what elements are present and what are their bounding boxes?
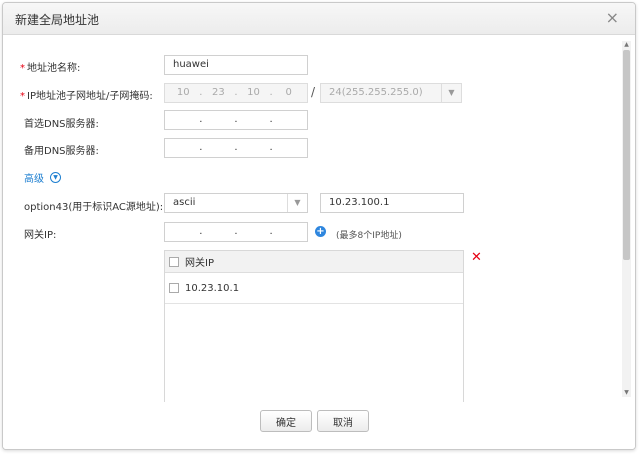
option43-type-select[interactable]: ascii ▼ bbox=[164, 193, 308, 213]
delete-icon[interactable]: ✕ bbox=[471, 251, 482, 264]
dns-secondary-label: 备用DNS服务器: bbox=[24, 146, 99, 157]
dns-primary-input[interactable]: . . . bbox=[164, 110, 308, 130]
dot: . bbox=[199, 87, 203, 98]
gateway-label: 网关IP: bbox=[24, 230, 57, 241]
gateway-ip-cell: 10.23.10.1 bbox=[185, 282, 240, 294]
select-all-checkbox[interactable] bbox=[169, 256, 179, 267]
required-mark: * bbox=[20, 63, 25, 74]
row-checkbox[interactable] bbox=[169, 283, 179, 293]
subnet-separator: / bbox=[311, 85, 316, 99]
scrollbar-thumb[interactable] bbox=[623, 50, 630, 260]
vertical-scrollbar[interactable]: ▲ ▼ bbox=[622, 41, 631, 397]
dot: . bbox=[199, 226, 203, 237]
dot: . bbox=[199, 114, 203, 125]
subnet-octet-4: 0 bbox=[285, 87, 292, 98]
pool-name-input[interactable]: huawei bbox=[164, 55, 308, 75]
dot: . bbox=[234, 142, 238, 153]
subnet-mask-value: 24(255.255.255.0) bbox=[329, 87, 423, 98]
chevron-down-circle-icon[interactable]: ▼ bbox=[50, 172, 61, 183]
gateway-input[interactable]: . . . bbox=[164, 222, 308, 242]
add-icon[interactable]: + bbox=[315, 226, 326, 237]
scroll-up-icon[interactable]: ▲ bbox=[622, 41, 631, 49]
subnet-label: * IP地址池子网地址/子网掩码: bbox=[20, 87, 153, 102]
scroll-down-icon[interactable]: ▼ bbox=[622, 389, 631, 397]
chevron-down-icon[interactable]: ▼ bbox=[287, 194, 307, 212]
dot: . bbox=[234, 114, 238, 125]
pool-name-label: * 地址池名称: bbox=[20, 59, 80, 74]
dialog-footer: 确定 取消 bbox=[3, 402, 635, 449]
chevron-down-icon: ▼ bbox=[441, 84, 461, 102]
dot: . bbox=[234, 87, 238, 98]
dialog-titlebar: 新建全局地址池 × bbox=[3, 3, 635, 35]
option43-value-input[interactable]: 10.23.100.1 bbox=[320, 193, 464, 213]
required-mark: * bbox=[20, 91, 25, 102]
subnet-octet-1: 10 bbox=[176, 87, 190, 98]
subnet-octet-2: 23 bbox=[212, 87, 225, 98]
option43-type-value: ascii bbox=[173, 197, 196, 208]
subnet-octet-3: 10 bbox=[247, 87, 260, 98]
table-row: 10.23.10.1 bbox=[165, 273, 463, 304]
gateway-table: 网关IP 10.23.10.1 bbox=[164, 250, 464, 402]
dot: . bbox=[234, 226, 238, 237]
subnet-mask-select: 24(255.255.255.0) ▼ bbox=[320, 83, 462, 103]
advanced-label: 高级 bbox=[24, 174, 44, 185]
dot: . bbox=[269, 226, 273, 237]
dialog-content: * 地址池名称: huawei * IP地址池子网地址/子网掩码: 10. 23. … bbox=[3, 36, 621, 402]
subnet-label-text: IP地址池子网地址/子网掩码: bbox=[27, 91, 153, 102]
gateway-table-header: 网关IP bbox=[165, 251, 463, 273]
dns-secondary-input[interactable]: . . . bbox=[164, 138, 308, 158]
pool-name-label-text: 地址池名称: bbox=[27, 63, 81, 74]
dot: . bbox=[199, 142, 203, 153]
dot: . bbox=[269, 142, 273, 153]
dot: . bbox=[269, 87, 273, 98]
cancel-button[interactable]: 取消 bbox=[317, 410, 369, 432]
dot: . bbox=[269, 114, 273, 125]
advanced-toggle[interactable]: 高级 ▼ bbox=[24, 170, 61, 185]
dns-primary-label: 首选DNS服务器: bbox=[24, 119, 99, 130]
close-icon[interactable]: × bbox=[606, 9, 619, 27]
dialog: 新建全局地址池 × * 地址池名称: huawei * IP地址池子网地址/子网掩码… bbox=[2, 2, 636, 450]
ok-button[interactable]: 确定 bbox=[260, 410, 312, 432]
gateway-hint: (最多8个IP地址) bbox=[336, 231, 402, 241]
option43-label: option43(用于标识AC源地址): bbox=[24, 202, 164, 213]
dialog-title: 新建全局地址池 bbox=[15, 13, 100, 27]
subnet-address-input: 10. 23. 10. 0 bbox=[164, 83, 308, 103]
gateway-table-header-label: 网关IP bbox=[185, 258, 214, 269]
